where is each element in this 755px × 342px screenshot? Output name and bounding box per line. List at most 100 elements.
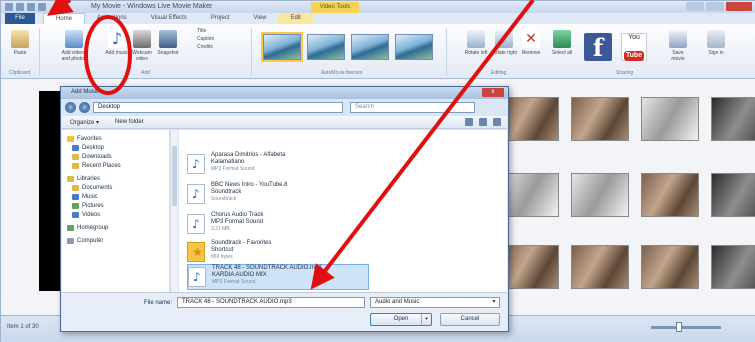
sign-in-button[interactable]: Sign in — [703, 30, 729, 56]
add-music-button[interactable]: ♪ Add music — [104, 30, 130, 57]
status-text: Item 1 of 30 — [7, 324, 39, 330]
address-bar[interactable]: Desktop — [93, 102, 343, 113]
back-arrow-icon[interactable]: ‹ — [65, 102, 76, 113]
storyboard-clip[interactable] — [641, 173, 699, 217]
theme-thumbnail-1[interactable] — [263, 34, 301, 60]
organize-button[interactable]: Organize ▾ — [70, 119, 99, 126]
nav-favorites-header[interactable]: Favorites — [62, 134, 169, 143]
theme-thumbnail-4[interactable] — [395, 34, 433, 60]
nav-item-documents[interactable]: Documents — [62, 183, 169, 192]
storyboard-clip[interactable] — [711, 245, 755, 289]
storyboard-clip[interactable] — [501, 245, 559, 289]
tab-view[interactable]: View — [242, 13, 279, 24]
nav-item-desktop[interactable]: Desktop — [62, 143, 169, 152]
file-item-selected[interactable]: TRACK 48 - SOUNDTRACK AUDIO.mp3 KARDIA A… — [187, 264, 369, 290]
nav-item-videos[interactable]: Videos — [62, 210, 169, 219]
search-input[interactable]: Search — [350, 102, 475, 113]
nav-item-recent[interactable]: Recent Places — [62, 161, 169, 170]
remove-button[interactable]: ✕ Remove — [519, 30, 543, 56]
tab-animations[interactable]: Animations — [85, 13, 139, 24]
film-photo-icon — [65, 30, 83, 48]
storyboard-clip[interactable] — [571, 173, 629, 217]
select-all-button[interactable]: Select all — [549, 30, 575, 56]
file-type-select[interactable]: Audio and Music ▾ — [370, 297, 500, 308]
file-item[interactable]: Soundtrack - Favorites Shortcut 869 byte… — [187, 240, 367, 266]
file-text: Soundtrack - Favorites Shortcut 869 byte… — [211, 240, 271, 261]
storyboard-clip[interactable] — [641, 245, 699, 289]
facebook-share-button[interactable]: f — [584, 33, 612, 62]
scrollbar-thumb[interactable] — [172, 146, 177, 206]
title-button[interactable]: Title — [197, 28, 206, 34]
dialog-close-button[interactable]: x — [482, 88, 504, 97]
window-title: My Movie - Windows Live Movie Maker — [91, 3, 213, 10]
save-icon[interactable] — [16, 3, 24, 11]
webcam-video-button[interactable]: Webcam video — [129, 30, 155, 62]
file-name-line2: KARDIA AUDIO MIX — [212, 272, 267, 278]
add-videos-photos-button[interactable]: Add videos and photos — [59, 30, 89, 62]
ribbon-tabs: File Home Animations Visual Effects Proj… — [1, 12, 755, 25]
storyboard-clip[interactable] — [501, 97, 559, 141]
new-folder-button[interactable]: New folder — [115, 119, 144, 125]
minimize-button[interactable] — [686, 2, 704, 11]
maximize-button[interactable] — [706, 2, 724, 11]
help-icon[interactable] — [493, 118, 501, 126]
open-dropdown-icon[interactable]: ▾ — [421, 314, 431, 325]
save-movie-button[interactable]: Save movie — [665, 30, 691, 62]
theme-thumbnail-2[interactable] — [307, 34, 345, 60]
paste-button[interactable]: Paste — [7, 30, 33, 56]
nav-item-music[interactable]: Music — [62, 192, 169, 201]
redo-icon[interactable] — [38, 3, 46, 11]
cancel-button[interactable]: Cancel — [440, 313, 500, 326]
nav-libraries-header[interactable]: Libraries — [62, 174, 169, 183]
undo-icon[interactable] — [27, 3, 35, 11]
desktop-icon — [72, 144, 79, 151]
navigation-pane: Favorites Desktop Downloads Recent Place… — [62, 130, 170, 292]
tab-home[interactable]: Home — [43, 12, 86, 25]
nav-scrollbar[interactable] — [170, 130, 178, 292]
file-item[interactable]: BBC News Intro - YouTube.8 Soundtrack So… — [187, 182, 367, 208]
nav-item-pictures[interactable]: Pictures — [62, 201, 169, 210]
preview-pane-icon[interactable] — [479, 118, 487, 126]
zoom-slider-handle[interactable] — [676, 322, 682, 332]
view-options-icon[interactable] — [465, 118, 473, 126]
library-icon — [67, 175, 74, 182]
save-movie-icon — [669, 30, 687, 48]
credits-button[interactable]: Credits — [197, 44, 213, 50]
homegroup-icon — [67, 224, 74, 231]
file-item[interactable]: Chorus Audio Track MP3 Format Sound 3.21… — [187, 212, 367, 238]
storyboard-clip[interactable] — [641, 97, 699, 141]
close-window-button[interactable] — [726, 2, 752, 11]
file-tab[interactable]: File — [5, 13, 35, 24]
rotate-right-button[interactable]: Rotate right — [491, 30, 517, 56]
storyboard-clip[interactable] — [711, 97, 755, 141]
storyboard-clip[interactable] — [571, 245, 629, 289]
theme-thumbnail-3[interactable] — [351, 34, 389, 60]
file-text: TRACK 48 - SOUNDTRACK AUDIO.mp3 KARDIA A… — [212, 265, 322, 286]
tab-edit[interactable]: Edit — [278, 13, 313, 24]
app-menu-icon[interactable] — [5, 3, 13, 11]
file-name-input[interactable]: TRACK 48 - SOUNDTRACK AUDIO.mp3 — [177, 297, 365, 308]
file-text: BBC News Intro - YouTube.8 Soundtrack So… — [211, 182, 288, 203]
nav-item-downloads[interactable]: Downloads — [62, 152, 169, 161]
dialog-title-bar: Add Music x — [61, 87, 508, 99]
tab-project[interactable]: Project — [199, 13, 242, 24]
forward-arrow-icon[interactable]: › — [79, 102, 90, 113]
rotate-left-button[interactable]: Rotate left — [463, 30, 489, 56]
youtube-logo-tube: Tube — [624, 51, 644, 61]
nav-computer[interactable]: Computer — [62, 236, 169, 245]
caption-button[interactable]: Caption — [197, 36, 214, 42]
file-name: Soundtrack - Favorites — [211, 240, 272, 246]
file-name: BBC News Intro - YouTube.8 — [211, 182, 288, 188]
open-button[interactable]: Open ▾ — [370, 313, 432, 326]
zoom-slider-track[interactable] — [651, 326, 721, 329]
snapshot-button[interactable]: Snapshot — [155, 30, 181, 56]
file-item[interactable]: Aparasa Dimitrios - Alfabeta Kalamatiano… — [187, 152, 367, 178]
storyboard-clip[interactable] — [711, 173, 755, 217]
youtube-share-button[interactable]: You Tube — [621, 33, 647, 61]
storyboard-clip[interactable] — [501, 173, 559, 217]
storyboard-clip[interactable] — [571, 97, 629, 141]
file-name-line2: MP3 Format Sound — [211, 219, 264, 225]
tab-visual-effects[interactable]: Visual Effects — [139, 13, 199, 24]
music-folder-icon — [72, 193, 79, 200]
nav-homegroup[interactable]: Homegroup — [62, 223, 169, 232]
